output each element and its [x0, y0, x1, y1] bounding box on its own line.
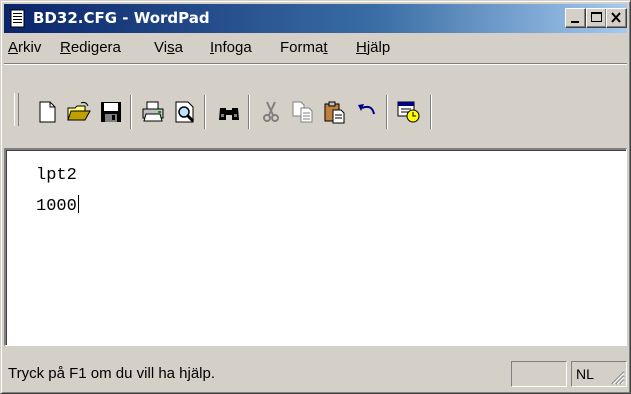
- menu-label-rest: edigera: [70, 39, 121, 56]
- print-preview-button[interactable]: [170, 97, 200, 127]
- toolbar-separator: [204, 95, 206, 129]
- minimize-icon: [571, 21, 579, 23]
- menu-label-rest: Vi: [154, 39, 168, 56]
- find-binoculars-icon: [219, 108, 239, 120]
- menu-hjalp[interactable]: Hjälp: [356, 39, 390, 56]
- close-button[interactable]: [606, 8, 627, 28]
- print-preview-icon: [175, 101, 195, 123]
- menu-accel: t: [323, 39, 328, 56]
- status-panel-numlock: NL: [571, 361, 627, 387]
- menu-label-rest: nfoga: [214, 39, 252, 56]
- toolbar-separator: [248, 95, 250, 129]
- menu-infoga[interactable]: Infoga: [210, 39, 252, 56]
- cut-scissors-icon: [263, 101, 279, 122]
- maximize-button[interactable]: [586, 8, 607, 28]
- toolbar-grip[interactable]: [14, 93, 19, 126]
- cut-button: [256, 97, 286, 127]
- paste-icon: [324, 101, 345, 124]
- menu-visa[interactable]: Visa: [154, 39, 183, 56]
- save-disk-icon: [101, 102, 121, 122]
- menu-arkiv[interactable]: Arkiv: [8, 39, 41, 56]
- menu-accel: A: [8, 39, 19, 56]
- minimize-button[interactable]: [565, 8, 586, 28]
- print-button[interactable]: [138, 97, 168, 127]
- find-button[interactable]: [214, 97, 244, 127]
- toolbar: [4, 65, 627, 148]
- copy-button: [288, 97, 318, 127]
- open-folder-icon: [67, 101, 91, 121]
- menu-label-rest: jälp: [366, 39, 391, 56]
- date-time-icon: [397, 101, 420, 123]
- document-line: lpt2: [36, 166, 77, 185]
- maximize-icon: [591, 12, 602, 22]
- menu-accel: s: [167, 39, 175, 56]
- new-button[interactable]: [32, 97, 62, 127]
- title-bar[interactable]: BD32.CFG - WordPad: [4, 4, 627, 33]
- menu-format[interactable]: Format: [280, 39, 328, 56]
- resize-grip-icon[interactable]: [609, 369, 625, 385]
- close-icon: [611, 12, 621, 23]
- status-panel-empty: [511, 361, 567, 387]
- toolbar-separator: [130, 95, 132, 129]
- save-button[interactable]: [96, 97, 126, 127]
- date-time-button[interactable]: [394, 97, 424, 127]
- menu-redigera[interactable]: Redigera: [60, 39, 121, 56]
- menu-label-rest: a: [174, 39, 183, 56]
- new-document-icon: [39, 101, 56, 123]
- undo-button[interactable]: [352, 97, 382, 127]
- menu-accel: H: [356, 39, 367, 56]
- undo-icon: [358, 104, 375, 115]
- wordpad-document-icon[interactable]: [10, 9, 26, 28]
- copy-icon: [292, 101, 313, 123]
- menu-accel: R: [60, 39, 71, 56]
- status-help-text: Tryck på F1 om du vill ha hjälp.: [8, 365, 216, 382]
- print-icon: [142, 101, 164, 122]
- menu-bar: Arkiv Redigera Visa Infoga Format Hjälp: [4, 35, 627, 61]
- wordpad-window: BD32.CFG - WordPad Arkiv Redigera Visa I…: [0, 0, 631, 394]
- text-caret: [77, 195, 79, 213]
- document-line: 1000: [36, 195, 79, 216]
- toolbar-separator: [430, 95, 432, 129]
- toolbar-separator: [386, 95, 388, 129]
- document-line-text: 1000: [36, 197, 77, 216]
- menu-label-rest: rkiv: [18, 39, 42, 56]
- status-bar: Tryck på F1 om du vill ha hjälp. NL: [4, 356, 627, 390]
- open-button[interactable]: [64, 97, 94, 127]
- document-area[interactable]: lpt2 1000: [4, 148, 627, 346]
- window-title: BD32.CFG - WordPad: [33, 9, 210, 27]
- paste-button[interactable]: [320, 97, 350, 127]
- menu-label-rest: Forma: [280, 39, 324, 56]
- num-lock-indicator: NL: [576, 366, 594, 382]
